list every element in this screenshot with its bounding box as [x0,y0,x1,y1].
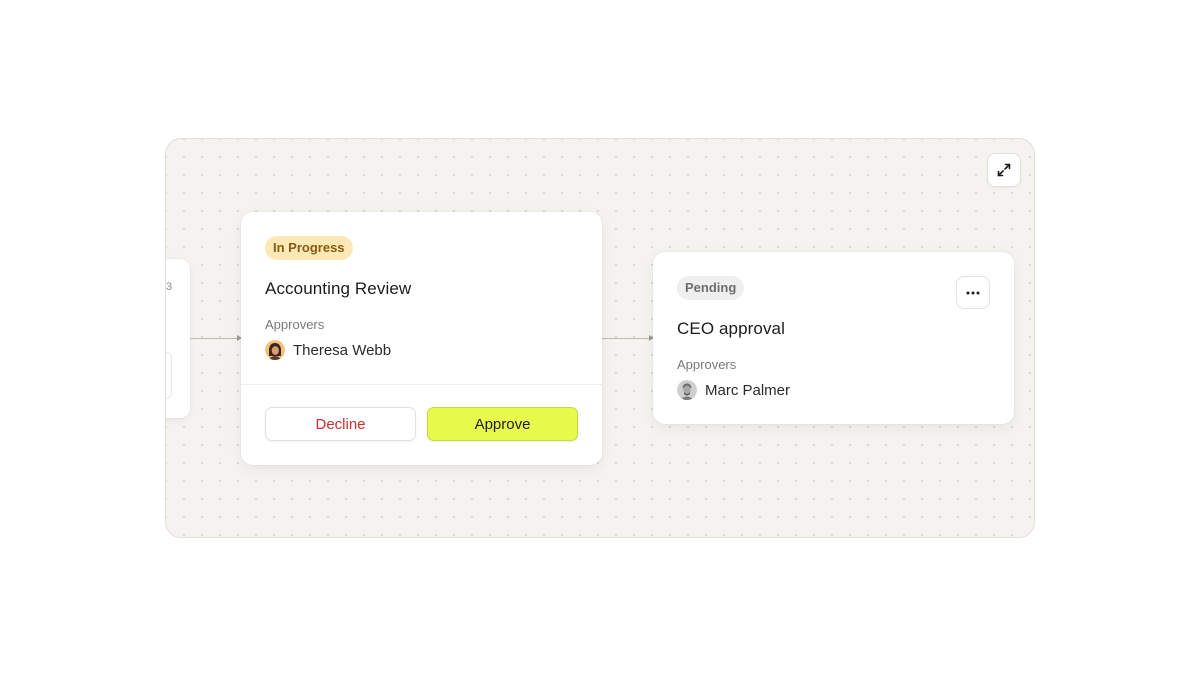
previous-step-number: 3 [166,281,172,293]
status-badge: In Progress [265,236,353,260]
more-horizontal-icon [966,291,980,294]
step-card-accounting-review[interactable]: In Progress Accounting Review Approvers … [241,212,602,465]
approver-name: Marc Palmer [705,381,791,399]
previous-step-inner-box [166,352,172,399]
decline-button[interactable]: Decline [265,407,416,441]
step-card-ceo-approval[interactable]: Pending CEO approval Approvers Marc Palm… [653,252,1014,424]
avatar [677,380,697,400]
status-badge: Pending [677,276,745,300]
step-title: Accounting Review [265,279,412,298]
approver-name: Theresa Webb [293,341,392,359]
expand-icon [997,163,1011,177]
avatar [265,340,285,360]
more-options-button[interactable] [956,276,990,309]
approver: Theresa Webb [265,340,391,360]
approver: Marc Palmer [677,380,790,400]
connector-line [602,338,649,339]
card-divider [241,384,602,385]
approvers-label: Approvers [265,317,325,332]
connector-line [190,338,237,339]
approve-button[interactable]: Approve [427,407,578,441]
step-title: CEO approval [677,319,785,338]
workflow-canvas[interactable]: 3 In Progress Accounting Review Approver… [165,138,1035,538]
expand-button[interactable] [987,153,1021,187]
approvers-label: Approvers [677,357,737,372]
